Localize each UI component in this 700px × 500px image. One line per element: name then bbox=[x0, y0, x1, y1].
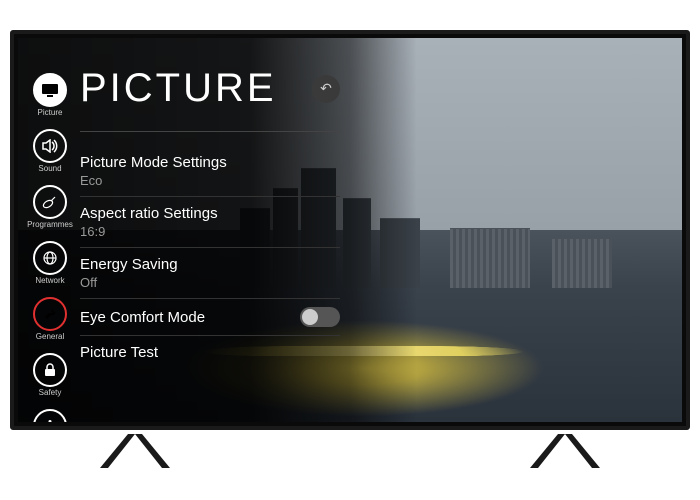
settings-category-rail: Picture Sound Programmes bbox=[26, 73, 74, 422]
rail-label: Network bbox=[35, 277, 64, 285]
setting-eye-comfort[interactable]: Eye Comfort Mode bbox=[80, 299, 340, 336]
rail-label: Safety bbox=[39, 389, 62, 397]
page-title: PICTURE bbox=[80, 66, 277, 111]
setting-value: Off bbox=[80, 275, 340, 290]
setting-picture-mode[interactable]: Picture Mode Settings Eco bbox=[80, 146, 340, 197]
accessibility-icon bbox=[33, 409, 67, 422]
tv-bezel: Picture Sound Programmes bbox=[10, 30, 690, 430]
rail-item-safety[interactable]: Safety bbox=[26, 353, 74, 397]
rail-item-sound[interactable]: Sound bbox=[26, 129, 74, 173]
tv-frame: Picture Sound Programmes bbox=[10, 30, 690, 470]
setting-picture-test[interactable]: Picture Test bbox=[80, 336, 340, 369]
speaker-icon bbox=[33, 129, 67, 163]
rail-label: Picture bbox=[38, 109, 63, 117]
rail-item-general[interactable]: General bbox=[26, 297, 74, 341]
rail-item-accessibility[interactable]: Accessibility bbox=[26, 409, 74, 422]
satellite-icon bbox=[33, 185, 67, 219]
setting-label: Energy Saving bbox=[80, 256, 340, 273]
rail-item-network[interactable]: Network bbox=[26, 241, 74, 285]
tv-screen-icon bbox=[33, 73, 67, 107]
back-arrow-icon: ↶ bbox=[320, 80, 332, 97]
setting-label: Picture Mode Settings bbox=[80, 154, 340, 171]
lock-icon bbox=[33, 353, 67, 387]
back-button[interactable]: ↶ bbox=[312, 75, 340, 103]
wrench-icon bbox=[33, 297, 67, 331]
tv-stand bbox=[10, 430, 690, 470]
setting-value: Eco bbox=[80, 173, 340, 188]
tv-screen: Picture Sound Programmes bbox=[18, 38, 682, 422]
setting-label: Aspect ratio Settings bbox=[80, 205, 340, 222]
setting-energy-saving[interactable]: Energy Saving Off bbox=[80, 248, 340, 299]
rail-item-picture[interactable]: Picture bbox=[26, 73, 74, 117]
divider bbox=[80, 131, 340, 132]
setting-label: Picture Test bbox=[80, 344, 340, 361]
settings-panel: PICTURE ↶ Picture Mode Settings Eco Aspe… bbox=[80, 66, 340, 369]
rail-label: Programmes bbox=[27, 221, 73, 229]
globe-icon bbox=[33, 241, 67, 275]
rail-item-programmes[interactable]: Programmes bbox=[26, 185, 74, 229]
rail-label: General bbox=[36, 333, 64, 341]
setting-label: Eye Comfort Mode bbox=[80, 309, 205, 326]
eye-comfort-toggle[interactable] bbox=[300, 307, 340, 327]
setting-aspect-ratio[interactable]: Aspect ratio Settings 16:9 bbox=[80, 197, 340, 248]
rail-label: Sound bbox=[38, 165, 61, 173]
setting-value: 16:9 bbox=[80, 224, 340, 239]
